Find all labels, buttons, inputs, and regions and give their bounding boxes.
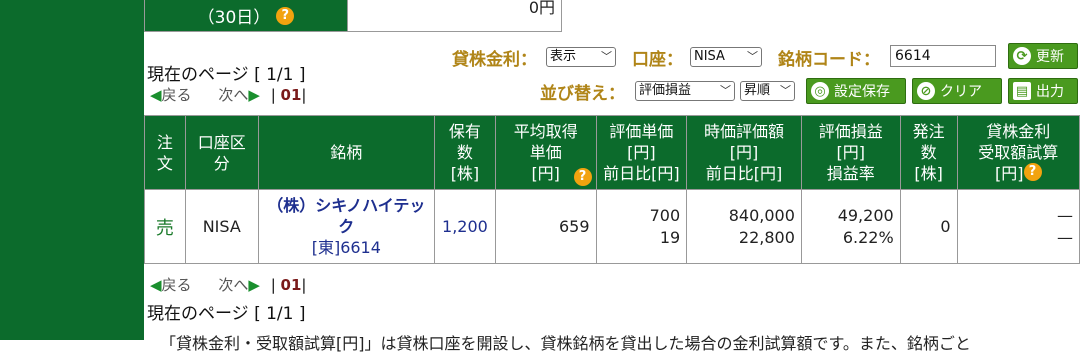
stock-name-link[interactable]: （株）シキノハイテック [259, 195, 434, 237]
pager-bottom: ◀戻る 次へ▶ | 01| [150, 276, 307, 294]
help-icon[interactable]: ? [573, 168, 592, 186]
left-sidebar [0, 0, 144, 340]
stock-code-label: 銘柄コード： [778, 50, 880, 70]
lending-value-2: — [1057, 227, 1073, 247]
page-number-link[interactable]: 01 [281, 276, 302, 294]
chevron-down-icon: ﹀ [780, 84, 791, 97]
pager-top: ◀戻る 次へ▶ | 01| [150, 86, 307, 104]
pnl-cell: 49,200 6.22% [800, 189, 901, 264]
next-link[interactable]: 次へ [218, 86, 248, 104]
lending-cell: — — [956, 189, 1080, 264]
back-link[interactable]: 戻る [162, 276, 192, 294]
holdings-table: 注文 口座区分 銘柄 保有数 [株] 平均取得 単価 [円]? 評価単価 [円] 前日比[… [144, 115, 1080, 264]
current-page-top: 現在のページ [ 1/1 ] [147, 65, 306, 85]
summary-value: 0円 [347, 0, 561, 31]
chevron-down-icon: ﹀ [747, 50, 758, 63]
top-summary-row: （30日） ? 0円 [144, 0, 562, 32]
stock-code-input[interactable]: 6614 [890, 45, 996, 67]
target-icon: ◎ [811, 82, 829, 100]
printer-icon: ▤ [1013, 82, 1031, 100]
col-lending: 貸株金利 受取額試算 [円]? [956, 115, 1080, 190]
pending-cell: 0 [899, 189, 958, 264]
order-select[interactable]: 昇順 ﹀ [740, 81, 795, 101]
col-unit-price: 評価単価 [円] 前日比[円] [595, 115, 688, 190]
order-value: 昇順 [744, 83, 771, 98]
pager-separator: | [270, 276, 276, 294]
footnote-text: 「貸株金利・受取額試算[円]」は貸株口座を開設し、貸株銘柄を貸出した場合の金利試… [160, 334, 971, 353]
refresh-icon: ⟳ [1013, 47, 1031, 65]
account-value: NISA [694, 49, 725, 64]
col-order: 注文 [144, 115, 186, 190]
next-link[interactable]: 次へ [218, 276, 248, 294]
page-number-link[interactable]: 01 [281, 86, 302, 104]
col-account: 口座区分 [184, 115, 259, 190]
lending-rate-value: 表示 [550, 49, 577, 64]
next-arrow-icon[interactable]: ▶ [248, 276, 260, 294]
unit-price-change: 19 [659, 227, 681, 247]
print-button-label: 出力 [1036, 84, 1064, 100]
summary-label-text: （30日） [197, 8, 271, 28]
update-button-label: 更新 [1036, 49, 1064, 65]
current-page-bottom: 現在のページ [ 1/1 ] [147, 304, 306, 324]
help-icon[interactable]: ? [1023, 163, 1042, 181]
chevron-down-icon: ﹀ [720, 84, 731, 97]
qty-cell[interactable]: 1,200 [433, 189, 496, 264]
back-arrow-icon[interactable]: ◀ [150, 276, 162, 294]
col-pending: 発注数 [株] [899, 115, 958, 190]
market-value-cell: 840,000 22,800 [686, 189, 802, 264]
table-header-row: 注文 口座区分 銘柄 保有数 [株] 平均取得 単価 [円]? 評価単価 [円] 前日比[… [144, 115, 1080, 190]
lending-value-1: — [1057, 205, 1073, 225]
col-avg-price: 平均取得 単価 [円]? [494, 115, 597, 190]
unit-price-cell: 700 19 [595, 189, 688, 264]
stock-cell: （株）シキノハイテック [東]6614 [257, 189, 435, 264]
market-value: 840,000 [728, 205, 795, 225]
lending-rate-label: 貸株金利： [452, 50, 537, 70]
back-arrow-icon[interactable]: ◀ [150, 86, 162, 104]
market-value-change: 22,800 [738, 227, 795, 247]
account-label: 口座： [632, 50, 683, 70]
col-market-value: 時価評価額 [円] 前日比[円] [686, 115, 802, 190]
sort-value: 評価損益 [639, 83, 692, 98]
sort-select[interactable]: 評価損益 ﹀ [635, 81, 735, 101]
clear-button[interactable]: ⊘ クリア [912, 78, 1002, 104]
update-button[interactable]: ⟳ 更新 [1008, 43, 1078, 69]
col-qty: 保有数 [株] [433, 115, 496, 190]
help-icon[interactable]: ? [276, 6, 295, 25]
lending-rate-select[interactable]: 表示 ﹀ [546, 47, 616, 67]
unit-price-value: 700 [649, 205, 681, 225]
summary-label: （30日） ? [145, 0, 347, 31]
col-pnl: 評価損益 [円] 損益率 [800, 115, 901, 190]
ban-icon: ⊘ [917, 82, 935, 100]
next-arrow-icon[interactable]: ▶ [248, 86, 260, 104]
table-row: 売 NISA （株）シキノハイテック [東]6614 1,200 659 700… [144, 189, 1080, 264]
chevron-down-icon: ﹀ [601, 50, 612, 63]
save-settings-label: 設定保存 [834, 84, 890, 100]
pnl-value: 49,200 [837, 205, 894, 225]
stock-code-link[interactable]: [東]6614 [259, 237, 434, 258]
avg-price-cell: 659 [494, 189, 597, 264]
pager-separator: | [270, 86, 276, 104]
save-settings-button[interactable]: ◎ 設定保存 [806, 78, 906, 104]
account-cell: NISA [184, 189, 259, 264]
col-stock: 銘柄 [257, 115, 435, 190]
account-select[interactable]: NISA ﹀ [690, 47, 762, 67]
back-link[interactable]: 戻る [162, 86, 192, 104]
clear-button-label: クリア [940, 84, 982, 100]
sell-link[interactable]: 売 [144, 189, 186, 264]
pnl-rate: 6.22% [842, 227, 894, 247]
print-button[interactable]: ▤ 出力 [1008, 78, 1078, 104]
sort-label: 並び替え： [540, 84, 625, 104]
